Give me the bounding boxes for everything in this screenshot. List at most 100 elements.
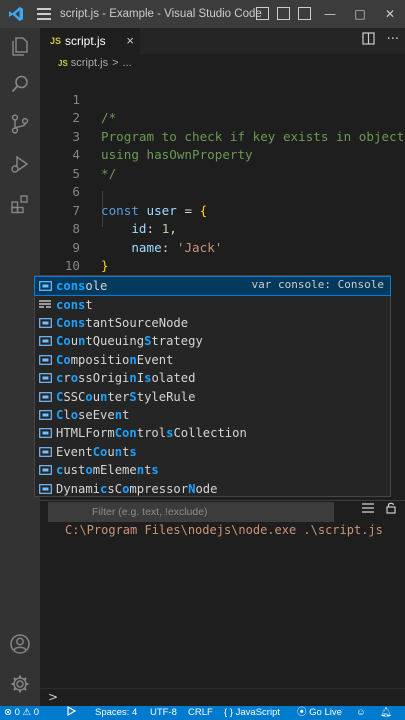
suggestion-label: HTMLFormControlsCollection — [56, 426, 247, 441]
status-bar: ⊗ 0 ⚠ 0 Spaces: 4 UTF-8 CRLF { } JavaScr… — [0, 705, 405, 720]
eol-status[interactable]: CRLF — [188, 706, 213, 720]
suggestion-label: ConstantSourceNode — [56, 315, 189, 330]
split-editor-icon[interactable] — [361, 32, 375, 49]
debug-status-icon[interactable] — [66, 705, 77, 720]
suggestion-label: DynamicsCompressorNode — [56, 481, 218, 496]
layout-controls — [256, 7, 311, 20]
variable-icon — [38, 409, 52, 421]
suggestion-label: console — [56, 279, 108, 294]
variable-icon — [38, 354, 52, 366]
suggestion-label: CloseEvent — [56, 407, 130, 422]
settings-gear-icon[interactable] — [0, 666, 40, 702]
editor-actions: ··· — [361, 32, 399, 49]
suggestion-item[interactable]: DynamicsCompressorNode — [35, 479, 390, 497]
variable-icon — [38, 372, 52, 384]
vscode-logo-icon — [0, 0, 32, 28]
suggestion-label: const — [56, 297, 93, 312]
error-count: 0 — [14, 707, 20, 718]
language-status[interactable]: { } JavaScript — [224, 706, 280, 720]
code-line: 9 } — [40, 220, 405, 274]
clear-output-icon[interactable] — [361, 502, 375, 517]
suggestion-detail: var console: Console — [251, 278, 384, 291]
code-line: 1 /* — [40, 72, 405, 126]
run-debug-icon[interactable] — [0, 146, 40, 182]
suggest-widget[interactable]: console var console: Console const Constant… — [34, 275, 391, 497]
go-live-status[interactable]: ⦿ Go Live — [297, 706, 342, 720]
search-icon[interactable] — [0, 66, 40, 102]
keyword-icon — [38, 299, 52, 311]
errors-status[interactable]: ⊗ 0 ⚠ 0 — [4, 706, 39, 720]
toggle-sidebar-icon[interactable] — [256, 7, 269, 20]
braces-icon: { } — [224, 707, 233, 718]
suggestion-label: CountQueuingStrategy — [56, 334, 203, 349]
extensions-icon[interactable] — [0, 186, 40, 222]
suggestion-label: customElements — [56, 463, 159, 478]
filter-input[interactable]: Filter (e.g. text, !exclude) — [48, 502, 334, 522]
suggestion-item[interactable]: CountQueuingStrategy — [35, 332, 390, 350]
warning-count: 0 — [33, 707, 40, 718]
more-actions-icon[interactable]: ··· — [387, 32, 399, 49]
suggestion-item[interactable]: CompositionEvent — [35, 351, 390, 369]
code-line: 11 cons — [40, 257, 405, 310]
panel-toolbar — [361, 502, 397, 517]
breadcrumb-separator: > — [112, 57, 119, 69]
close-window-button[interactable]: ✕ — [375, 0, 405, 28]
maximize-button[interactable]: □ — [345, 0, 375, 28]
suggestion-item[interactable]: const — [35, 295, 390, 313]
error-icon: ⊗ — [4, 707, 12, 718]
account-icon[interactable] — [0, 626, 40, 662]
minimize-button[interactable]: — — [315, 0, 345, 28]
notifications-icon[interactable]: 🔔︎ — [380, 706, 392, 720]
suggestion-label: crossOriginIsolated — [56, 371, 196, 386]
tab-script-js[interactable]: JS script.js × — [40, 28, 140, 54]
broadcast-icon: ⦿ — [297, 707, 307, 718]
variable-icon — [38, 483, 52, 495]
variable-icon — [38, 335, 52, 347]
variable-icon — [38, 427, 52, 439]
lock-scroll-icon[interactable] — [385, 502, 397, 517]
suggestion-item[interactable]: EventCounts — [35, 443, 390, 461]
code-line: 8 name: 'Jack' — [40, 202, 405, 255]
suggestion-item[interactable]: console var console: Console — [34, 275, 391, 297]
tab-label: script.js — [65, 34, 106, 48]
close-tab-icon[interactable]: × — [126, 33, 134, 48]
suggestion-item[interactable]: customElements — [35, 461, 390, 479]
javascript-file-icon: JS — [58, 58, 68, 68]
window-controls: — □ ✕ — [315, 0, 405, 28]
breadcrumb: JS script.js > ... — [40, 54, 405, 72]
menu-icon[interactable] — [32, 0, 56, 28]
variable-icon — [38, 391, 52, 403]
panel-input-row: > — [40, 688, 405, 706]
title-bar: script.js - Example - Visual Studio Code… — [0, 0, 405, 28]
window-title: script.js - Example - Visual Studio Code — [60, 8, 262, 20]
feedback-icon[interactable]: ☺ — [356, 706, 366, 720]
code-line: 2 Program to check if key exists in obje… — [40, 91, 405, 144]
suggestion-label: CSSCounterStyleRule — [56, 389, 196, 404]
variable-icon — [38, 446, 52, 458]
output-text: C:\Program Files\nodejs\node.exe .\scrip… — [65, 523, 383, 537]
code-line: 5 — [40, 146, 405, 181]
encoding-status[interactable]: UTF-8 — [150, 706, 177, 720]
source-control-icon[interactable] — [0, 106, 40, 142]
variable-icon — [38, 464, 52, 476]
suggestion-item[interactable]: ConstantSourceNode — [35, 314, 390, 332]
prompt-chevron-icon[interactable]: > — [48, 690, 58, 704]
code-line: 6 const user = { — [40, 165, 405, 218]
indentation-status[interactable]: Spaces: 4 — [95, 706, 137, 720]
suggestion-item[interactable]: HTMLFormControlsCollection — [35, 424, 390, 442]
suggestion-label: EventCounts — [56, 444, 137, 459]
breadcrumb-more[interactable]: ... — [123, 57, 132, 69]
code-line: 4 */ — [40, 128, 405, 181]
code-line: 10 — [40, 239, 405, 273]
toggle-secondary-sidebar-icon[interactable] — [298, 7, 311, 20]
toggle-panel-icon[interactable] — [277, 7, 290, 20]
javascript-file-icon: JS — [50, 36, 62, 46]
variable-icon — [38, 280, 52, 292]
suggestion-item[interactable]: crossOriginIsolated — [35, 369, 390, 387]
go-live-label: Go Live — [309, 707, 342, 718]
suggestion-item[interactable]: CSSCounterStyleRule — [35, 387, 390, 405]
suggestion-item[interactable]: CloseEvent — [35, 406, 390, 424]
breadcrumb-file[interactable]: script.js — [71, 57, 108, 69]
suggestion-label: CompositionEvent — [56, 352, 174, 367]
explorer-icon[interactable] — [0, 28, 40, 64]
